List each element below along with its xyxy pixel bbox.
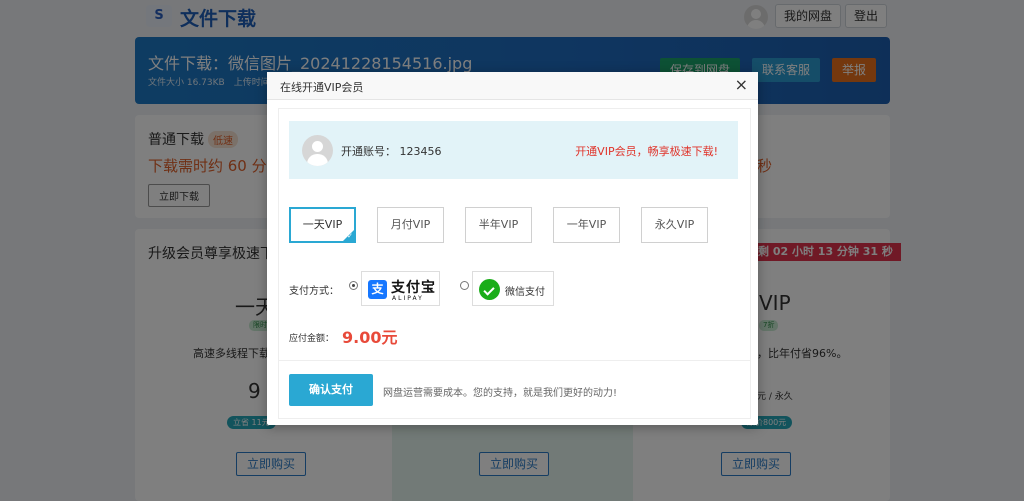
plan-option-halfyear[interactable]: 半年VIP — [465, 207, 532, 243]
confirm-pay-button[interactable]: 确认支付 — [289, 374, 373, 406]
vip-modal: 在线开通VIP会员 × 开通账号： 123456 开通VIP会员，畅享极速下载!… — [267, 72, 758, 425]
wechat-radio[interactable] — [460, 281, 469, 290]
wechat-icon — [479, 279, 500, 300]
plan-option-day[interactable]: 一天VIP ✓ — [289, 207, 356, 243]
alipay-icon: 支 — [368, 280, 387, 299]
alipay-name: 支付宝 — [391, 280, 436, 296]
payment-label: 支付方式： — [289, 286, 339, 297]
modal-body: 开通账号： 123456 开通VIP会员，畅享极速下载! 一天VIP ✓ 月付V… — [278, 108, 751, 419]
alipay-radio[interactable] — [349, 281, 358, 290]
modal-divider — [279, 360, 750, 361]
footer-note: 网盘运营需要成本。您的支持，就是我们更好的动力! — [383, 388, 618, 399]
wechat-option[interactable]: 微信支付 — [472, 271, 554, 306]
close-icon[interactable]: × — [735, 76, 748, 94]
modal-header: 在线开通VIP会员 × — [267, 72, 758, 100]
account-bar: 开通账号： 123456 开通VIP会员，畅享极速下载! — [289, 121, 738, 179]
amount-label: 应付金额： — [289, 334, 335, 344]
alipay-name-en: ALIPAY — [392, 295, 424, 302]
plan-option-year[interactable]: 一年VIP — [553, 207, 620, 243]
plan-option-label: 一天VIP — [302, 218, 343, 231]
alipay-option[interactable]: 支 支付宝 ALIPAY — [361, 271, 440, 306]
account-avatar — [302, 135, 333, 166]
check-icon: ✓ — [347, 232, 353, 240]
modal-title: 在线开通VIP会员 — [280, 81, 364, 94]
promo-text: 开通VIP会员，畅享极速下载! — [575, 145, 718, 158]
wechat-name: 微信支付 — [505, 287, 545, 298]
plan-option-forever[interactable]: 永久VIP — [641, 207, 708, 243]
plan-option-month[interactable]: 月付VIP — [377, 207, 444, 243]
account-label: 开通账号： 123456 — [341, 145, 442, 158]
amount-value: 9.00元 — [342, 328, 398, 347]
